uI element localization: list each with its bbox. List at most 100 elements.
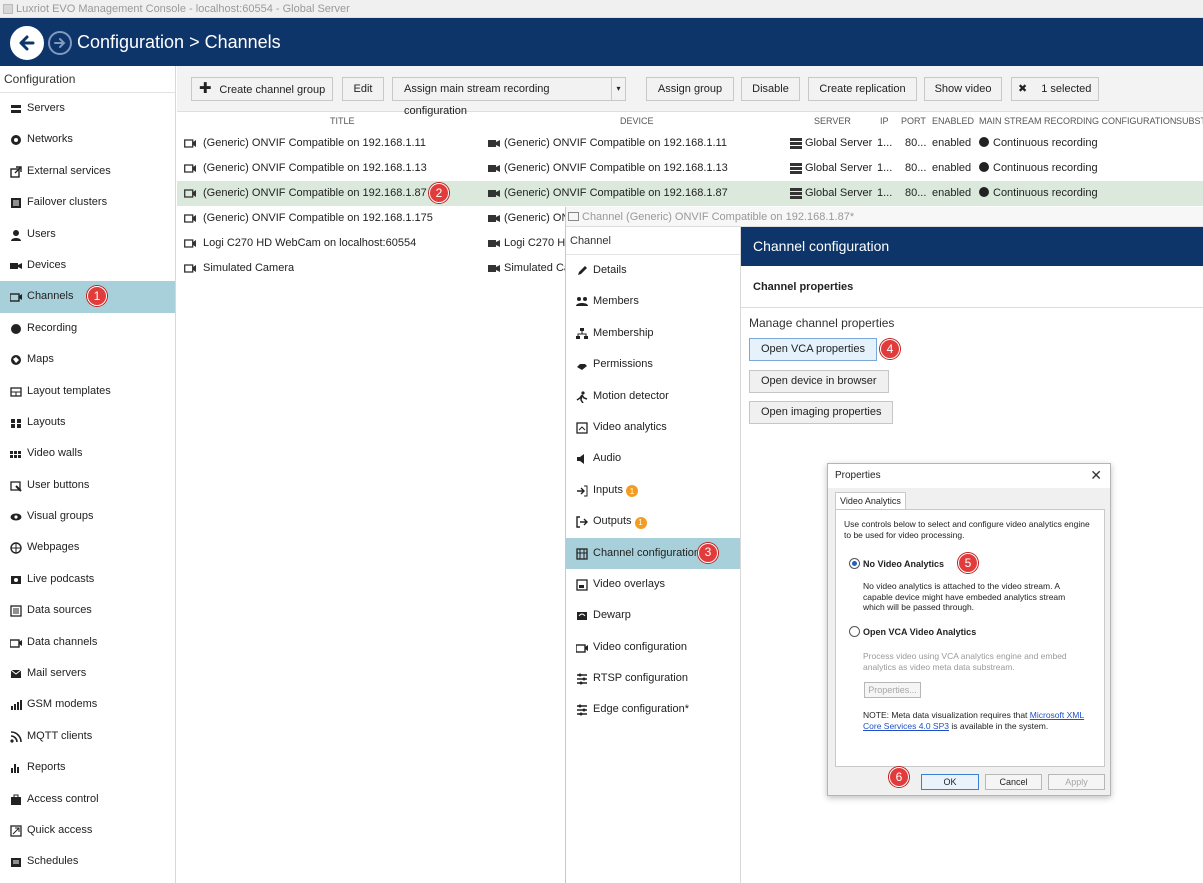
channel-nav-rtsp-configuration[interactable]: RTSP configuration	[566, 663, 740, 694]
edit-button[interactable]: Edit	[342, 77, 384, 101]
sidebar-item-gsm-modems[interactable]: GSM modems	[0, 689, 175, 720]
server-icon	[790, 163, 802, 174]
close-icon[interactable]: ✕	[1090, 467, 1102, 484]
open-vca-radio[interactable]	[849, 626, 860, 637]
dropdown-arrow-icon[interactable]: ▾	[611, 78, 625, 100]
note-text: NOTE: Meta data visualization requires t…	[863, 710, 1085, 731]
selection-count-button[interactable]: ✖ 1 selected	[1011, 77, 1099, 101]
cell-device: (Generic) ONVIF	[504, 212, 566, 224]
apply-button[interactable]: Apply	[1048, 774, 1105, 790]
sidebar-item-label: MQTT clients	[27, 729, 93, 742]
column-main-stream-recording[interactable]: MAIN STREAM RECORDING CONFIGURATION	[979, 112, 1176, 130]
show-video-button[interactable]: Show video	[924, 77, 1002, 101]
channel-nav-video-overlays[interactable]: Video overlays	[566, 569, 740, 600]
sidebar-item-schedules[interactable]: Schedules	[0, 846, 175, 877]
sidebar-item-mail-servers[interactable]: Mail servers	[0, 658, 175, 689]
channel-nav-details[interactable]: Details	[566, 255, 740, 286]
cell-enabled: enabled	[932, 137, 972, 149]
channel-properties-heading: Channel properties	[741, 266, 1203, 308]
column-title[interactable]: TITLE	[330, 112, 355, 130]
sidebar-item-webpages[interactable]: Webpages	[0, 532, 175, 563]
sidebar-item-video-walls[interactable]: Video walls	[0, 438, 175, 469]
channel-nav-inputs[interactable]: Inputs 1	[566, 475, 740, 506]
channel-nav-label: Membership	[593, 326, 654, 339]
sidebar-item-layout-templates[interactable]: Layout templates	[0, 376, 175, 407]
sidebar-item-data-sources[interactable]: Data sources	[0, 595, 175, 626]
sidebar-item-label: Channels	[27, 290, 74, 303]
no-video-analytics-label[interactable]: No Video Analytics	[863, 559, 944, 569]
sidebar-item-external-services[interactable]: External services	[0, 156, 175, 187]
vca-properties-button[interactable]: Properties...	[864, 682, 921, 698]
channel-nav-list: Details Members Membership Permissions Motio…	[566, 255, 740, 726]
sidebar-item-reports[interactable]: Reports	[0, 752, 175, 783]
sidebar-item-label: Schedules	[27, 855, 79, 868]
channel-nav-video-analytics[interactable]: Video analytics	[566, 412, 740, 443]
assign-group-button[interactable]: Assign group	[646, 77, 734, 101]
no-video-analytics-radio[interactable]	[849, 558, 860, 569]
column-ip[interactable]: IP	[880, 112, 889, 130]
tab-video-analytics[interactable]: Video Analytics	[835, 492, 906, 510]
create-replication-button[interactable]: Create replication	[808, 77, 917, 101]
count-badge: 1	[625, 485, 638, 498]
sidebar-item-visual-groups[interactable]: Visual groups	[0, 501, 175, 532]
channel-nav-audio[interactable]: Audio	[566, 443, 740, 474]
clear-selection-icon[interactable]: ✖	[1018, 83, 1027, 95]
channel-nav-outputs[interactable]: Outputs 1	[566, 506, 740, 537]
back-button[interactable]	[10, 26, 44, 60]
table-row[interactable]: (Generic) ONVIF Compatible on 192.168.1.…	[177, 181, 1203, 206]
sidebar-item-recording[interactable]: Recording	[0, 313, 175, 344]
sidebar-item-label: Servers	[27, 102, 65, 114]
open-imaging-properties-button[interactable]: Open imaging properties	[749, 401, 894, 424]
sidebar-item-channels[interactable]: Channels 1	[0, 281, 175, 313]
reports-icon	[11, 764, 19, 774]
channel-nav-channel-configuration[interactable]: Channel configuration 3	[566, 537, 740, 569]
forward-button[interactable]	[48, 31, 72, 55]
channel-nav-permissions[interactable]: Permissions	[566, 349, 740, 380]
sidebar-item-servers[interactable]: Servers	[0, 93, 175, 124]
table-row[interactable]: (Generic) ONVIF Compatible on 192.168.1.…	[177, 156, 1203, 181]
sidebar-item-access-control[interactable]: Access control	[0, 784, 175, 815]
table-row[interactable]: (Generic) ONVIF Compatible on 192.168.1.…	[177, 131, 1203, 156]
channel-nav-membership[interactable]: Membership	[566, 318, 740, 349]
column-port[interactable]: PORT	[901, 112, 926, 130]
sidebar-item-networks[interactable]: Networks	[0, 124, 175, 155]
assign-main-stream-recording-button[interactable]: Assign main stream recording configurati…	[392, 77, 626, 117]
open-device-in-browser-button[interactable]: Open device in browser	[749, 370, 889, 393]
recording-dot-icon	[979, 162, 989, 172]
quick-access-icon	[10, 825, 22, 837]
sidebar-item-label: Failover clusters	[27, 196, 108, 209]
step-badge-1: 1	[87, 286, 107, 307]
channel-nav-video-configuration[interactable]: Video configuration	[566, 632, 740, 663]
sidebar-item-label: Live podcasts	[27, 572, 95, 585]
sidebar-item-label: Users	[27, 227, 56, 240]
sidebar-item-devices[interactable]: Devices	[0, 250, 175, 281]
cell-enabled: enabled	[932, 162, 972, 174]
open-vca-properties-button[interactable]: Open VCA properties	[749, 338, 877, 361]
sidebar-item-data-channels[interactable]: Data channels	[0, 627, 175, 658]
disable-button[interactable]: Disable	[741, 77, 800, 101]
channel-nav-edge-configuration[interactable]: Edge configuration*	[566, 694, 740, 725]
column-enabled[interactable]: ENABLED	[932, 112, 974, 130]
channel-nav-members[interactable]: Members	[566, 286, 740, 317]
ok-button[interactable]: OK	[921, 774, 979, 790]
sidebar-item-users[interactable]: Users	[0, 219, 175, 250]
sidebar-item-layouts[interactable]: Layouts	[0, 407, 175, 438]
column-device[interactable]: DEVICE	[620, 112, 654, 130]
open-vca-label[interactable]: Open VCA Video Analytics	[863, 627, 976, 637]
column-server[interactable]: SERVER	[814, 112, 851, 130]
sidebar-item-user-buttons[interactable]: User buttons	[0, 470, 175, 501]
sidebar-item-quick-access[interactable]: Quick access	[0, 815, 175, 846]
sidebar-item-maps[interactable]: Maps	[0, 344, 175, 375]
channel-nav-dewarp[interactable]: Dewarp	[566, 600, 740, 631]
sidebar-item-failover-clusters[interactable]: Failover clusters	[0, 187, 175, 218]
page-title: Configuration > Channels	[77, 32, 281, 52]
sidebar-item-mqtt-clients[interactable]: MQTT clients	[0, 721, 175, 752]
column-subst[interactable]: SUBST	[1176, 112, 1203, 130]
device-icon	[488, 140, 500, 147]
channel-nav-label: Video configuration	[593, 640, 687, 653]
create-channel-group-button[interactable]: ✚ Create channel group	[191, 77, 333, 101]
sidebar-item-live-podcasts[interactable]: Live podcasts	[0, 564, 175, 595]
channel-nav-motion-detector[interactable]: Motion detector	[566, 381, 740, 412]
cancel-button[interactable]: Cancel	[985, 774, 1042, 790]
cell-server: Global Server	[805, 187, 873, 199]
